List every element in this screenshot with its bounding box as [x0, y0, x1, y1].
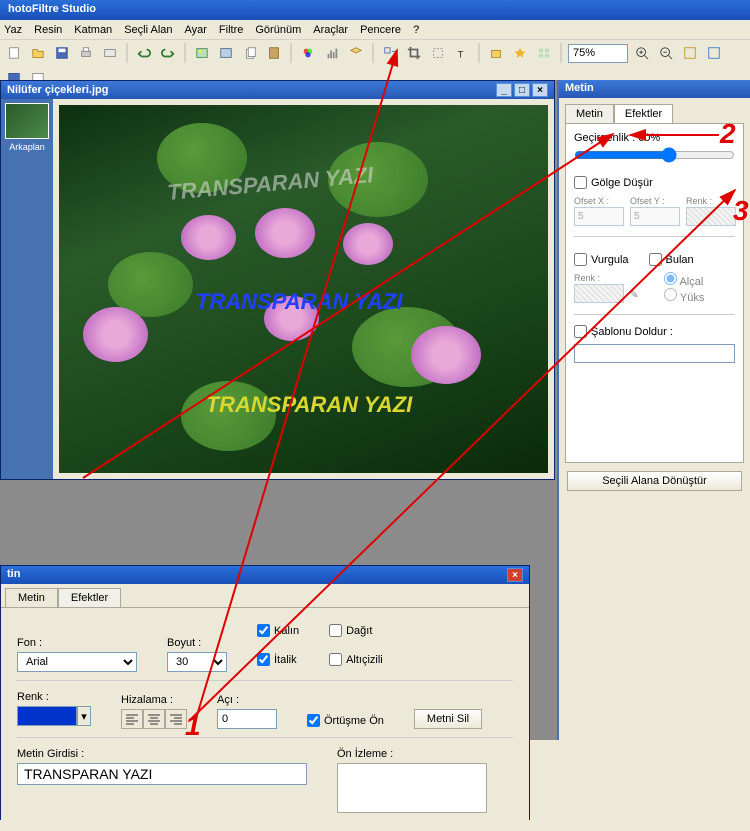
- annotation-3: 3: [733, 195, 749, 227]
- previewlabel: Ön İzleme :: [337, 748, 487, 760]
- text-input[interactable]: [17, 763, 307, 785]
- annotation-2: 2: [720, 118, 736, 150]
- annotation-1: 1: [185, 710, 201, 742]
- inputlabel: Metin Girdisi :: [17, 748, 307, 760]
- preview-box: [337, 763, 487, 813]
